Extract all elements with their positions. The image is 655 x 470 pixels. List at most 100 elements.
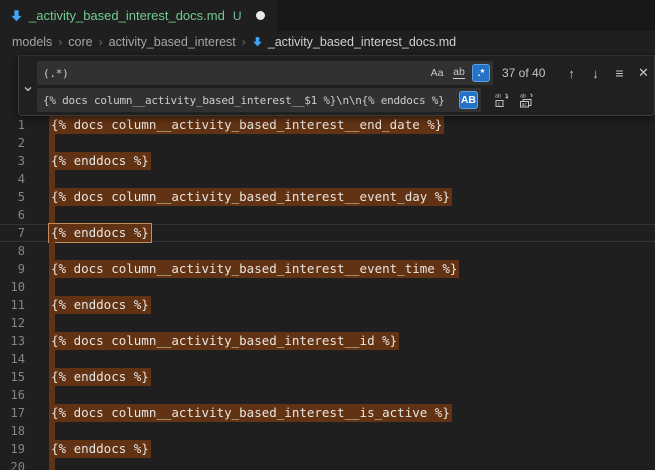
find-match-highlight: {% enddocs %} <box>49 440 151 458</box>
code-line[interactable]: 16 <box>0 386 655 404</box>
vscode-window: _activity_based_interest_docs.md U model… <box>0 0 655 470</box>
code-line[interactable]: 14 <box>0 350 655 368</box>
line-number: 18 <box>0 422 25 440</box>
code-line[interactable]: 5{% docs column__activity_based_interest… <box>0 188 655 206</box>
replace-all-button[interactable]: ab ac <box>515 90 536 111</box>
find-match-highlight: {% enddocs %} <box>49 152 151 170</box>
line-number: 1 <box>0 116 25 134</box>
breadcrumb-item-file[interactable]: _activity_based_interest_docs.md <box>252 35 456 49</box>
next-match-button[interactable]: ↓ <box>585 63 606 84</box>
editor-tab[interactable]: _activity_based_interest_docs.md U <box>0 0 277 31</box>
unsaved-dot-icon[interactable] <box>256 11 265 20</box>
code-line[interactable]: 1 {% docs column__activity_based_interest… <box>0 116 655 134</box>
find-input[interactable]: (.*) Aa ab .* <box>37 61 493 85</box>
code-line[interactable]: 17{% docs column__activity_based_interes… <box>0 404 655 422</box>
svg-text:c: c <box>497 101 500 107</box>
match-case-toggle[interactable]: Aa <box>428 64 446 82</box>
line-number: 15 <box>0 368 25 386</box>
find-match-highlight: {% docs column__activity_based_interest_… <box>49 260 459 278</box>
replace-button[interactable]: ab c <box>491 90 512 111</box>
svg-text:ab: ab <box>495 94 501 100</box>
toggle-replace-chevron-icon[interactable]: ⌄ <box>21 76 35 96</box>
line-number: 3 <box>0 152 25 170</box>
code-line[interactable]: 15 {% enddocs %} <box>0 368 655 386</box>
line-number: 10 <box>0 278 25 296</box>
line-content: {% enddocs %} <box>51 224 655 242</box>
breadcrumb-item-models[interactable]: models <box>12 35 52 49</box>
line-number: 20 <box>0 458 25 470</box>
line-content <box>51 242 655 260</box>
find-match-empty-highlight <box>49 134 55 152</box>
tab-filename: _activity_based_interest_docs.md <box>29 8 225 23</box>
find-match-highlight: {% docs column__activity_based_interest_… <box>49 116 444 134</box>
code-line[interactable]: 9{% docs column__activity_based_interest… <box>0 260 655 278</box>
code-line[interactable]: 6 <box>0 206 655 224</box>
find-match-empty-highlight <box>49 242 55 260</box>
line-content <box>51 206 655 224</box>
line-content: {% docs column__activity_based_interest_… <box>51 332 655 350</box>
breadcrumb-separator: › <box>97 35 105 49</box>
breadcrumb-item-core[interactable]: core <box>68 35 92 49</box>
line-content: {% enddocs %} <box>51 368 655 386</box>
line-content <box>51 458 655 470</box>
markdown-file-icon <box>10 9 23 22</box>
line-content <box>51 278 655 296</box>
code-line[interactable]: 11{% enddocs %} <box>0 296 655 314</box>
find-match-highlight: {% docs column__activity_based_interest_… <box>49 188 452 206</box>
replace-value-text: {% docs column__activity_based_interest_… <box>37 94 459 107</box>
editor-pane[interactable]: 1 {% docs column__activity_based_interest… <box>0 52 655 470</box>
find-match-empty-highlight <box>49 458 55 470</box>
find-match-highlight: {% docs column__activity_based_interest_… <box>49 332 399 350</box>
find-query-text: (.*) <box>37 67 428 80</box>
line-content <box>51 386 655 404</box>
find-match-empty-highlight <box>49 278 55 296</box>
find-match-empty-highlight <box>49 206 55 224</box>
code-line[interactable]: 7{% enddocs %} <box>0 224 655 242</box>
code-line[interactable]: 3 {% enddocs %} <box>0 152 655 170</box>
code-line[interactable]: 13 {% docs column__activity_based_interes… <box>0 332 655 350</box>
line-number: 17 <box>0 404 25 422</box>
markdown-file-icon <box>252 36 263 47</box>
line-number: 4 <box>0 170 25 188</box>
line-number: 19 <box>0 440 25 458</box>
line-content: {% docs column__activity_based_interest_… <box>51 188 655 206</box>
code-line[interactable]: 20 <box>0 458 655 470</box>
find-in-selection-button[interactable]: ≡ <box>609 63 630 84</box>
close-find-widget-button[interactable]: ✕ <box>633 63 654 84</box>
breadcrumb: models › core › activity_based_interest … <box>0 31 655 52</box>
regex-toggle[interactable]: .* <box>472 64 490 82</box>
line-number: 13 <box>0 332 25 350</box>
editor-lines: 1 {% docs column__activity_based_interest… <box>0 116 655 470</box>
line-number: 8 <box>0 242 25 260</box>
code-line[interactable]: 18 <box>0 422 655 440</box>
previous-match-button[interactable]: ↑ <box>561 63 582 84</box>
replace-option-toggles: AB <box>459 91 481 109</box>
line-number: 12 <box>0 314 25 332</box>
replace-input[interactable]: {% docs column__activity_based_interest_… <box>37 88 481 112</box>
code-line[interactable]: 12 <box>0 314 655 332</box>
code-line[interactable]: 19 {% enddocs %} <box>0 440 655 458</box>
line-content: {% enddocs %} <box>51 440 655 458</box>
breadcrumb-file-label: _activity_based_interest_docs.md <box>268 35 456 49</box>
find-replace-widget: ⌄ (.*) Aa ab .* 37 of 40 ↑ ↓ ≡ ✕ <box>18 55 655 116</box>
breadcrumb-separator: › <box>240 35 248 49</box>
find-results-count: 37 of 40 <box>502 66 558 80</box>
replace-row: {% docs column__activity_based_interest_… <box>37 88 654 112</box>
find-match-highlight: {% enddocs %} <box>49 296 151 314</box>
find-option-toggles: Aa ab .* <box>428 64 493 82</box>
find-match-highlight: {% enddocs %} <box>49 224 151 242</box>
line-number: 14 <box>0 350 25 368</box>
code-line[interactable]: 4 <box>0 170 655 188</box>
preserve-case-toggle[interactable]: AB <box>459 91 478 109</box>
find-match-empty-highlight <box>49 350 55 368</box>
tab-bar: _activity_based_interest_docs.md U <box>0 0 655 31</box>
code-line[interactable]: 8 <box>0 242 655 260</box>
breadcrumb-item-activity-based-interest[interactable]: activity_based_interest <box>109 35 236 49</box>
line-content: {% enddocs %} <box>51 152 655 170</box>
svg-text:ab: ab <box>520 94 526 100</box>
whole-word-toggle[interactable]: ab <box>450 64 468 82</box>
line-number: 6 <box>0 206 25 224</box>
find-match-empty-highlight <box>49 386 55 404</box>
code-line[interactable]: 2 <box>0 134 655 152</box>
code-line[interactable]: 10 <box>0 278 655 296</box>
